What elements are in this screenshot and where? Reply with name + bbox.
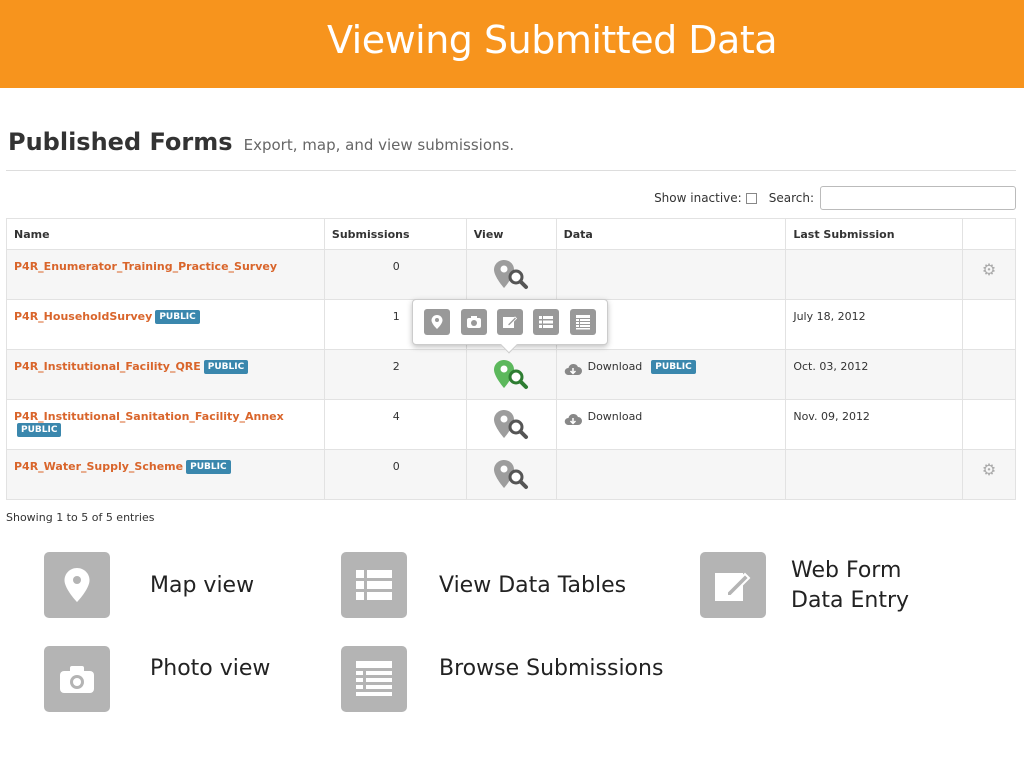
last-submission: Oct. 03, 2012 — [785, 349, 964, 400]
legend-map-label: Map view — [150, 573, 255, 598]
form-name-link[interactable]: P4R_HouseholdSurvey — [14, 310, 152, 323]
legend-browse-label: Browse Submissions — [439, 656, 664, 681]
browse-list-icon — [575, 315, 590, 330]
last-submission — [785, 449, 964, 500]
edit-icon — [715, 572, 751, 601]
legend-photo-icon — [44, 646, 110, 712]
map-marker-icon — [431, 315, 443, 329]
search-input[interactable] — [820, 186, 1016, 210]
legend-photo-label: Photo view — [150, 656, 271, 681]
title-banner: Viewing Submitted Data — [0, 0, 1024, 88]
map-search-icon[interactable] — [492, 358, 530, 392]
cloud-download-icon[interactable] — [564, 413, 582, 427]
legend-tables-icon — [341, 552, 407, 618]
form-name-link[interactable]: P4R_Institutional_Facility_QRE — [14, 360, 201, 373]
table-row: P4R_Water_Supply_Scheme PUBLIC 0 ⚙ — [6, 449, 1016, 500]
last-submission: July 18, 2012 — [785, 299, 964, 350]
web-form-button[interactable] — [496, 309, 523, 335]
column-header-data[interactable]: Data — [555, 218, 787, 250]
page-heading: Published Forms — [8, 128, 233, 156]
settings-cell — [962, 399, 1016, 450]
camera-icon — [466, 316, 481, 328]
settings-cell — [962, 299, 1016, 350]
published-forms-table: Name Submissions View Data Last Submissi… — [6, 218, 1016, 500]
public-badge: PUBLIC — [17, 423, 62, 437]
page-title: Published Forms Export, map, and view su… — [8, 128, 514, 156]
public-badge: PUBLIC — [186, 460, 231, 474]
submission-count: 0 — [323, 249, 467, 300]
column-header-last-submission[interactable]: Last Submission — [785, 218, 964, 250]
cloud-download-icon[interactable] — [564, 363, 582, 377]
public-badge: PUBLIC — [203, 360, 249, 374]
last-submission — [785, 249, 964, 300]
map-search-icon[interactable] — [492, 408, 530, 442]
page-subtitle: Export, map, and view submissions. — [243, 136, 515, 154]
download-link[interactable]: Download — [588, 360, 643, 373]
submission-count: 4 — [323, 399, 467, 450]
show-inactive-checkbox[interactable] — [745, 192, 757, 204]
map-search-icon[interactable] — [492, 458, 530, 492]
table-row: P4R_Institutional_Facility_QRE PUBLIC 2 D… — [6, 349, 1016, 400]
table-filters: Show inactive: Search: — [654, 186, 1016, 210]
banner-title: Viewing Submitted Data — [326, 18, 778, 62]
public-badge: PUBLIC — [155, 310, 200, 324]
table-info: Showing 1 to 5 of 5 entries — [6, 511, 155, 524]
divider — [6, 170, 1016, 171]
form-name-link[interactable]: P4R_Water_Supply_Scheme — [14, 460, 183, 473]
gear-icon[interactable]: ⚙ — [982, 460, 996, 479]
data-cell — [555, 449, 787, 500]
column-header-name[interactable]: Name — [6, 218, 325, 250]
public-badge: PUBLIC — [651, 360, 696, 374]
legend-map-icon — [44, 552, 110, 618]
camera-icon — [60, 666, 94, 693]
last-submission: Nov. 09, 2012 — [785, 399, 964, 450]
legend-webform-line2: Data Entry — [791, 588, 910, 613]
table-header-row: Name Submissions View Data Last Submissi… — [6, 218, 1016, 250]
submission-count: 0 — [323, 449, 467, 500]
map-marker-icon — [64, 568, 90, 602]
table-row: P4R_Enumerator_Training_Practice_Survey … — [6, 249, 1016, 300]
column-header-view[interactable]: View — [465, 218, 557, 250]
table-row: P4R_Institutional_Sanitation_Facility_An… — [6, 399, 1016, 450]
column-header-settings — [962, 218, 1016, 250]
legend-browse-icon — [341, 646, 407, 712]
gear-icon[interactable]: ⚙ — [982, 260, 996, 279]
form-name-link[interactable]: P4R_Enumerator_Training_Practice_Survey — [14, 260, 277, 273]
legend-tables-label: View Data Tables — [439, 573, 627, 598]
submission-count: 2 — [323, 349, 467, 400]
edit-icon — [502, 316, 518, 328]
data-cell — [555, 249, 787, 300]
settings-cell — [962, 349, 1016, 400]
table-list-icon — [539, 316, 554, 328]
table-list-icon — [356, 570, 392, 600]
data-tables-button[interactable] — [533, 309, 560, 335]
search-label: Search: — [768, 191, 814, 205]
form-name-link[interactable]: P4R_Institutional_Sanitation_Facility_An… — [14, 410, 284, 423]
download-link[interactable]: Download — [588, 410, 643, 423]
photo-view-button[interactable] — [460, 309, 487, 335]
browse-submissions-button[interactable] — [569, 309, 596, 335]
map-view-button[interactable] — [424, 309, 451, 335]
show-inactive-label: Show inactive: — [654, 191, 742, 205]
map-search-icon[interactable] — [492, 258, 530, 292]
legend-webform-label: Web Form Data Entry — [791, 556, 909, 616]
column-header-submissions[interactable]: Submissions — [323, 218, 467, 250]
legend-webform-line1: Web Form — [791, 558, 902, 583]
browse-list-icon — [356, 661, 392, 696]
view-options-popover — [412, 299, 608, 354]
legend-webform-icon — [700, 552, 766, 618]
